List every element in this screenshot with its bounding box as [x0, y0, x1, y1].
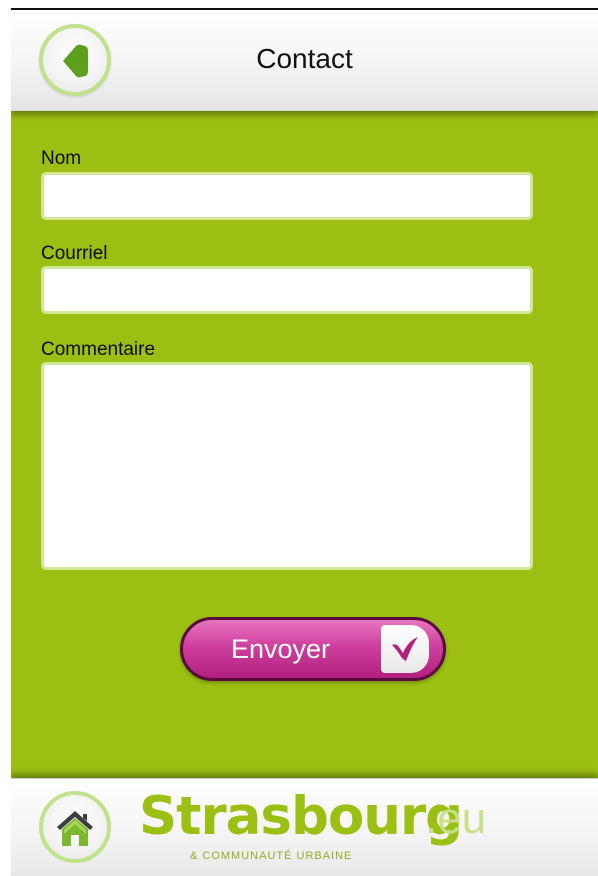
page-title: Contact — [256, 43, 353, 74]
logo-subtitle: & COMMUNAUTÉ URBAINE — [190, 850, 353, 862]
footer-bar: Strasbourg .eu & COMMUNAUTÉ URBAINE — [11, 778, 598, 876]
home-button[interactable] — [39, 791, 111, 863]
send-check-box — [381, 625, 429, 673]
email-label: Courriel — [41, 243, 108, 264]
email-field[interactable] — [41, 266, 533, 314]
header-bar: Contact — [11, 10, 598, 111]
checkmark-icon — [392, 637, 418, 661]
app-screen: Contact Nom Courriel Commentaire Envoyer… — [11, 8, 598, 876]
send-button-label: Envoyer — [230, 634, 331, 664]
home-icon — [57, 811, 93, 846]
strasbourg-logo: Strasbourg .eu & COMMUNAUTÉ URBAINE — [139, 785, 499, 871]
comment-field[interactable] — [41, 362, 533, 570]
logo-wordmark: Strasbourg — [139, 786, 463, 847]
name-field[interactable] — [41, 172, 533, 220]
name-label: Nom — [41, 148, 82, 169]
comment-label: Commentaire — [41, 339, 156, 360]
send-button[interactable]: Envoyer — [180, 617, 446, 681]
logo-domain: .eu — [425, 794, 487, 843]
top-border — [11, 8, 598, 10]
